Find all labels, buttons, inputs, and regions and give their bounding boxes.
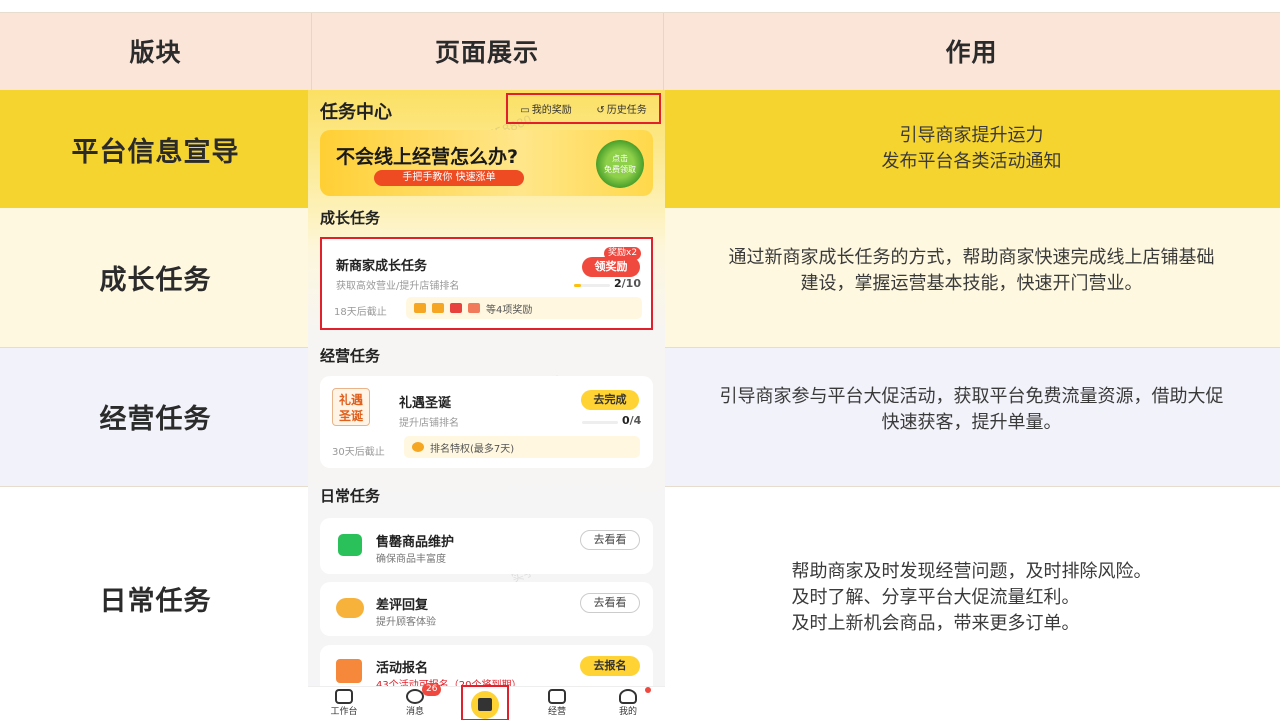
promo-banner[interactable]: 不会线上经营怎么办? 手把手教你 快速涨单 点击 免费领取 <box>320 130 653 196</box>
profile-icon <box>619 689 637 704</box>
message-count-badge: 26 <box>422 683 442 696</box>
deadline-text: 30天后截止 <box>332 447 385 458</box>
christmas-logo: 礼遇 圣诞 <box>332 388 370 426</box>
coupon-icon <box>414 303 426 313</box>
ticket-icon <box>450 303 462 313</box>
block-description: 引导商家提升运力 发布平台各类活动通知 <box>881 125 1062 172</box>
workbench-icon <box>335 689 353 704</box>
block-description: 帮助商家及时发现经营问题，及时排除风险。 及时了解、分享平台大促流量红利。 及时… <box>791 561 1152 634</box>
chart-icon <box>548 689 566 704</box>
tab-label: 我的 <box>618 707 637 717</box>
task-center-icon <box>471 691 499 719</box>
tab-label: 消息 <box>405 707 424 717</box>
history-tasks-label: 历史任务 <box>606 105 647 116</box>
block-description: 通过新商家成长任务的方式，帮助商家快速完成线上店铺基础 建设，掌握运营基本技能，… <box>728 246 1215 294</box>
block-name: 成长任务 <box>99 265 212 296</box>
progress-bar <box>574 284 610 287</box>
header-page: 页面展示 <box>311 12 663 90</box>
reward-multiplier-badge: 奖励x2 <box>604 247 642 260</box>
banner-claim-button[interactable]: 点击 免费领取 <box>596 140 644 188</box>
task-subtitle: 确保商品丰富度 <box>376 554 446 565</box>
reward-summary: 排名特权(最多7天) <box>404 436 640 458</box>
tab-workbench[interactable]: 工作台 <box>319 689 369 717</box>
comment-icon <box>336 598 364 618</box>
block-name: 经营任务 <box>99 404 212 435</box>
task-name: 售罄商品维护 <box>376 535 455 550</box>
reward-summary-text: 等4项奖励 <box>486 304 533 316</box>
tab-task-center[interactable] <box>461 685 509 720</box>
tab-operation[interactable]: 经营 <box>532 689 582 717</box>
banner-title: 不会线上经营怎么办? <box>336 146 519 168</box>
header-function: 作用 <box>663 12 1280 90</box>
card-icon <box>468 303 480 313</box>
block-description: 引导商家参与平台大促活动，获取平台免费流量资源，借助大促 快速获客，提升单量。 <box>719 385 1224 433</box>
progress-text: 0/4 <box>622 414 642 427</box>
history-tasks-link[interactable]: ↺ 历史任务 <box>596 101 646 116</box>
bottom-tab-bar: 工作台 消息 26 经营 我的 <box>308 683 665 720</box>
deadline-text: 18天后截止 <box>334 307 387 318</box>
table-header-row: 版块 页面展示 作用 <box>0 12 1280 90</box>
task-subtitle: 获取高效营业/提升店铺排名 <box>336 281 460 292</box>
claim-reward-button[interactable]: 领奖励 <box>582 257 640 277</box>
header-function-text: 作用 <box>945 38 998 67</box>
my-rewards-label: 我的奖励 <box>531 105 572 116</box>
header-block-text: 版块 <box>129 38 182 67</box>
rank-privilege-icon <box>412 442 424 452</box>
growth-task-card[interactable]: 新商家成长任务 获取高效营业/提升店铺排名 领奖励 奖励x2 2/10 18天后… <box>320 237 653 330</box>
header-block: 版块 <box>0 12 311 90</box>
block-name: 日常任务 <box>99 585 212 617</box>
go-complete-button[interactable]: 去完成 <box>581 390 639 410</box>
section-daily-title: 日常任务 <box>320 487 381 505</box>
task-subtitle: 提升顾客体验 <box>376 617 436 628</box>
go-view-button[interactable]: 去看看 <box>580 593 640 613</box>
progress-fill <box>574 284 582 287</box>
section-growth-title: 成长任务 <box>320 209 381 227</box>
task-name: 差评回复 <box>376 598 429 613</box>
row-divider <box>0 12 1280 13</box>
reward-summary-text: 排名特权(最多7天) <box>430 443 515 455</box>
gift-box-icon <box>432 303 444 313</box>
history-icon: ↺ <box>596 105 605 116</box>
task-subtitle: 提升店铺排名 <box>399 418 459 429</box>
progress-text: 2/10 <box>614 277 641 290</box>
progress-bar <box>582 421 618 424</box>
reward-summary: 等4项奖励 <box>406 297 642 319</box>
notification-dot <box>645 687 651 693</box>
header-page-text: 页面展示 <box>434 38 539 67</box>
tab-label: 工作台 <box>330 707 358 717</box>
tab-label: 经营 <box>547 707 566 717</box>
gift-icon: ▭ <box>520 105 530 116</box>
task-name: 活动报名 <box>376 661 429 676</box>
calendar-icon <box>336 659 362 683</box>
task-name: 新商家成长任务 <box>336 259 428 274</box>
my-rewards-link[interactable]: ▭ 我的奖励 <box>520 101 571 116</box>
task-center-screenshot: 实学奇DX3658880 实学奇DX3658880 实学奇DX3658880 实… <box>308 90 665 720</box>
tab-profile[interactable]: 我的 <box>603 687 653 717</box>
tab-message[interactable]: 消息 26 <box>390 683 442 717</box>
go-view-button[interactable]: 去看看 <box>580 530 640 550</box>
task-name: 礼遇圣诞 <box>399 396 452 411</box>
daily-task-card[interactable]: 售罄商品维护 确保商品丰富度 去看看 <box>320 518 653 574</box>
top-links-highlight: ▭ 我的奖励 ↺ 历史任务 <box>506 93 661 124</box>
daily-task-card[interactable]: 差评回复 提升顾客体验 去看看 <box>320 582 653 636</box>
banner-subtitle: 手把手教你 快速涨单 <box>374 170 524 186</box>
block-name: 平台信息宣导 <box>71 136 240 168</box>
page-title: 任务中心 <box>320 102 392 123</box>
shopping-bag-icon <box>338 534 362 556</box>
sign-up-button[interactable]: 去报名 <box>580 656 640 676</box>
section-operation-title: 经营任务 <box>320 347 381 365</box>
operation-task-card[interactable]: 礼遇 圣诞 礼遇圣诞 提升店铺排名 去完成 0/4 30天后截止 排名特权(最多… <box>320 376 653 468</box>
